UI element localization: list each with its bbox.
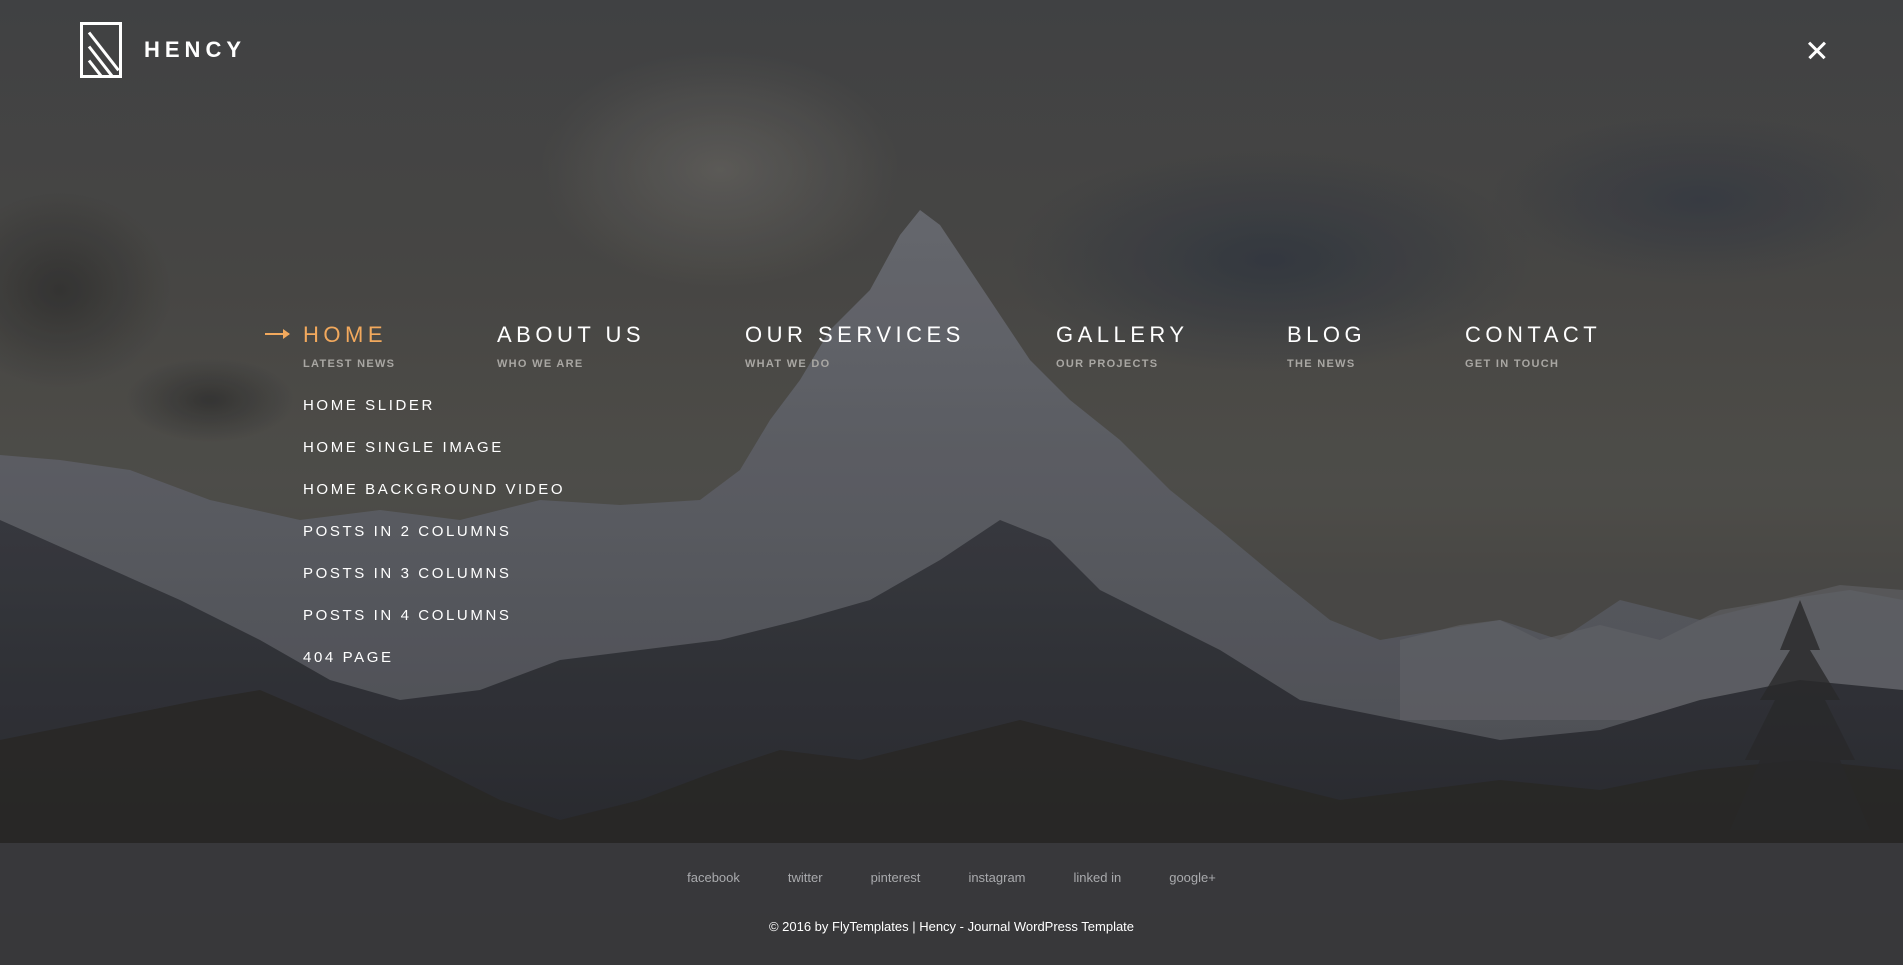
menu-item-label[interactable]: CONTACT — [1465, 320, 1601, 350]
social-link-facebook[interactable]: facebook — [687, 870, 740, 885]
social-links: facebook twitter pinterest instagram lin… — [0, 870, 1903, 885]
home-submenu: HOME SLIDER HOME SINGLE IMAGE HOME BACKG… — [303, 396, 565, 690]
menu-item-subtitle: WHO WE ARE — [497, 358, 584, 370]
menu-item-label[interactable]: HOME — [303, 320, 395, 350]
social-link-linkedin[interactable]: linked in — [1074, 870, 1122, 885]
menu-item-gallery[interactable]: GALLERY OUR PROJECTS — [1056, 320, 1189, 370]
background-image — [0, 0, 1903, 965]
hency-logo-icon — [80, 22, 122, 78]
submenu-item-posts-3-columns[interactable]: POSTS IN 3 COLUMNS — [303, 564, 565, 606]
submenu-item-posts-4-columns[interactable]: POSTS IN 4 COLUMNS — [303, 606, 565, 648]
menu-item-blog[interactable]: BLOG THE NEWS — [1287, 320, 1366, 370]
submenu-item-404-page[interactable]: 404 PAGE — [303, 648, 565, 690]
submenu-item-home-slider[interactable]: HOME SLIDER — [303, 396, 565, 438]
social-link-google-plus[interactable]: google+ — [1169, 870, 1216, 885]
submenu-item-home-single-image[interactable]: HOME SINGLE IMAGE — [303, 438, 565, 480]
menu-item-label[interactable]: BLOG — [1287, 320, 1366, 350]
social-link-pinterest[interactable]: pinterest — [871, 870, 921, 885]
social-link-instagram[interactable]: instagram — [968, 870, 1025, 885]
close-icon[interactable] — [1805, 38, 1829, 62]
social-link-twitter[interactable]: twitter — [788, 870, 823, 885]
menu-item-home[interactable]: HOME LATEST NEWS — [265, 320, 396, 370]
menu-item-subtitle: THE NEWS — [1287, 358, 1356, 370]
brand-name: HENCY — [144, 37, 247, 62]
menu-item-about-us[interactable]: ABOUT US WHO WE ARE — [497, 320, 645, 370]
menu-item-subtitle: GET IN TOUCH — [1465, 358, 1560, 370]
menu-item-label[interactable]: GALLERY — [1056, 320, 1189, 350]
menu-item-subtitle: WHAT WE DO — [745, 358, 831, 370]
menu-item-subtitle: OUR PROJECTS — [1056, 358, 1159, 370]
copyright-text: © 2016 by FlyTemplates | Hency - Journal… — [768, 919, 1135, 934]
submenu-item-posts-2-columns[interactable]: POSTS IN 2 COLUMNS — [303, 522, 565, 564]
menu-item-label[interactable]: ABOUT US — [497, 320, 645, 350]
menu-item-our-services[interactable]: OUR SERVICES WHAT WE DO — [745, 320, 965, 370]
menu-item-label[interactable]: OUR SERVICES — [745, 320, 965, 350]
menu-item-subtitle: LATEST NEWS — [303, 358, 396, 370]
footer: facebook twitter pinterest instagram lin… — [0, 843, 1903, 965]
submenu-item-home-background-video[interactable]: HOME BACKGROUND VIDEO — [303, 480, 565, 522]
arrow-right-icon — [265, 329, 290, 339]
menu-item-contact[interactable]: CONTACT GET IN TOUCH — [1465, 320, 1601, 370]
brand-logo[interactable]: HENCY — [80, 22, 246, 78]
